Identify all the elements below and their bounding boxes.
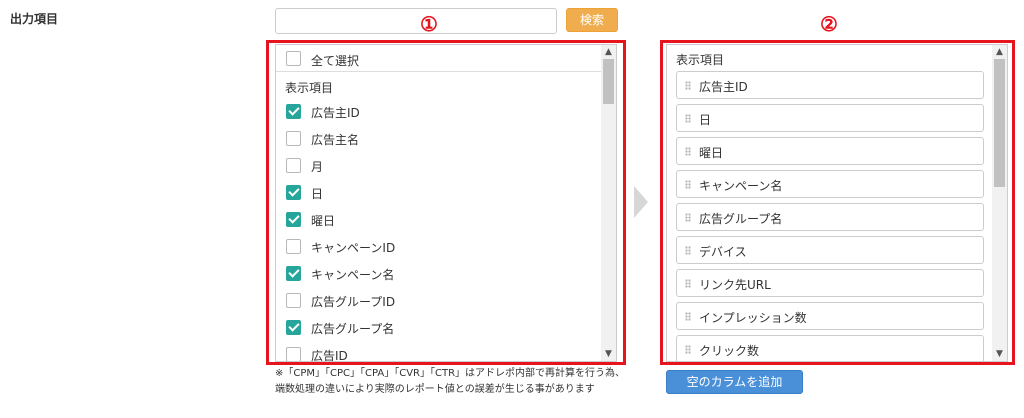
add-empty-column-button[interactable]: 空のカラムを追加 [666, 370, 803, 394]
highlight-frame-2 [660, 40, 1015, 365]
search-input[interactable] [275, 8, 557, 34]
section-label: 出力項目 [10, 12, 59, 26]
search-button[interactable]: 検索 [566, 8, 618, 32]
marker-2: ② [820, 12, 838, 36]
arrow-right-icon [634, 186, 648, 218]
highlight-frame-1 [266, 40, 626, 365]
marker-1: ① [420, 12, 438, 36]
calculation-note: ※「CPM」「CPC」「CPA」「CVR」「CTR」はアドレポ内部で再計算を行う… [275, 368, 626, 395]
